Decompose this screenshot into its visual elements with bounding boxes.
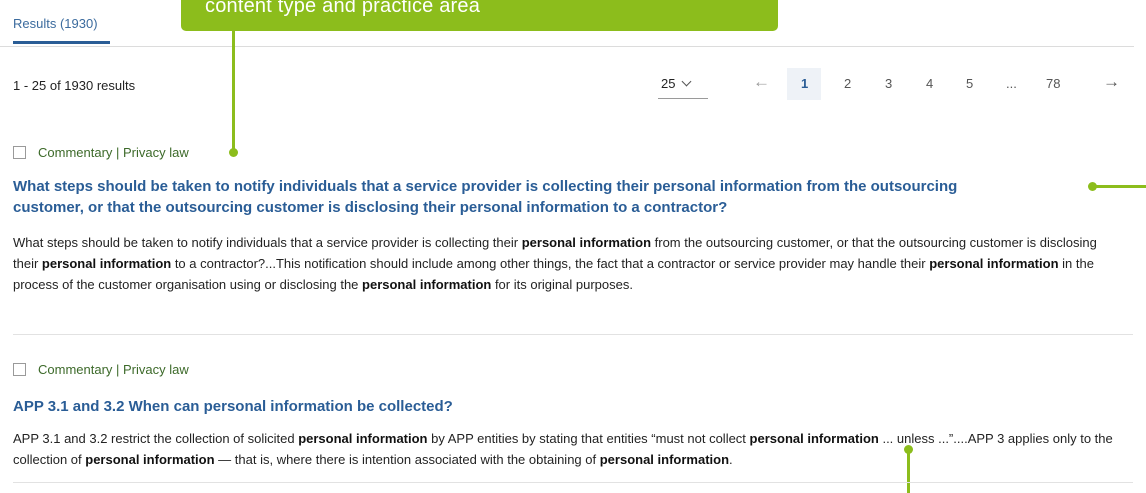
snippet-text: .	[729, 452, 733, 467]
annotation-line-snippet	[907, 452, 910, 493]
result-1-title-line2[interactable]: customer, or that the outsourcing custom…	[13, 198, 727, 218]
per-page-underline	[658, 98, 708, 99]
chevron-down-icon	[682, 76, 692, 87]
tab-results[interactable]: Results (1930)	[13, 16, 98, 31]
annotation-dot-meta	[229, 148, 238, 157]
snippet-text: — that is, where there is intention asso…	[214, 452, 600, 467]
result-2-checkbox[interactable]	[13, 363, 26, 376]
search-term-highlight: personal information	[362, 277, 492, 292]
page-2-button[interactable]: 2	[844, 76, 851, 91]
annotation-line-title	[1094, 185, 1146, 188]
result-2-meta: Commentary | Privacy law	[38, 362, 189, 377]
result-1-title-line1[interactable]: What steps should be taken to notify ind…	[13, 177, 957, 197]
search-term-highlight: personal information	[298, 431, 428, 446]
snippet-text: for its original purposes.	[491, 277, 633, 292]
page-78-button[interactable]: 78	[1046, 76, 1060, 91]
result-divider	[13, 334, 1133, 335]
search-term-highlight: personal information	[929, 256, 1059, 271]
next-page-arrow-icon[interactable]: →	[1103, 72, 1120, 92]
search-term-highlight: personal information	[41, 256, 172, 271]
annotation-line-meta	[232, 30, 235, 149]
snippet-text: APP 3.1 and 3.2 restrict the collection …	[13, 431, 299, 446]
page-3-button[interactable]: 3	[885, 76, 892, 91]
page-5-button[interactable]: 5	[966, 76, 973, 91]
snippet-text: to a contractor?...This notification sho…	[171, 256, 930, 271]
tab-active-indicator	[13, 41, 110, 44]
search-term-highlight: personal information	[85, 452, 215, 467]
result-1-snippet: What steps should be taken to notify ind…	[13, 232, 1123, 295]
search-term-highlight: personal information	[749, 431, 879, 446]
snippet-text: What steps should be taken to notify ind…	[13, 235, 522, 250]
annotation-callout-text: content type and practice area	[205, 0, 481, 17]
result-divider	[13, 482, 1133, 483]
results-summary: 1 - 25 of 1930 results	[13, 78, 136, 93]
page-ellipsis: ...	[1006, 76, 1017, 91]
per-page-select[interactable]: 25	[661, 76, 692, 91]
search-term-highlight: personal information	[521, 235, 652, 250]
prev-page-arrow-icon[interactable]: ←	[753, 72, 770, 92]
result-1-checkbox[interactable]	[13, 146, 26, 159]
header-divider	[0, 46, 1134, 47]
snippet-text: by APP entities by stating that entities…	[427, 431, 750, 446]
page-1-button[interactable]: 1	[801, 76, 808, 91]
search-term-highlight: personal information	[599, 452, 730, 467]
result-2-title[interactable]: APP 3.1 and 3.2 When can personal inform…	[13, 397, 453, 417]
page-4-button[interactable]: 4	[926, 76, 933, 91]
result-2-snippet: APP 3.1 and 3.2 restrict the collection …	[13, 428, 1123, 470]
result-1-meta: Commentary | Privacy law	[38, 145, 189, 160]
per-page-value: 25	[661, 76, 676, 91]
